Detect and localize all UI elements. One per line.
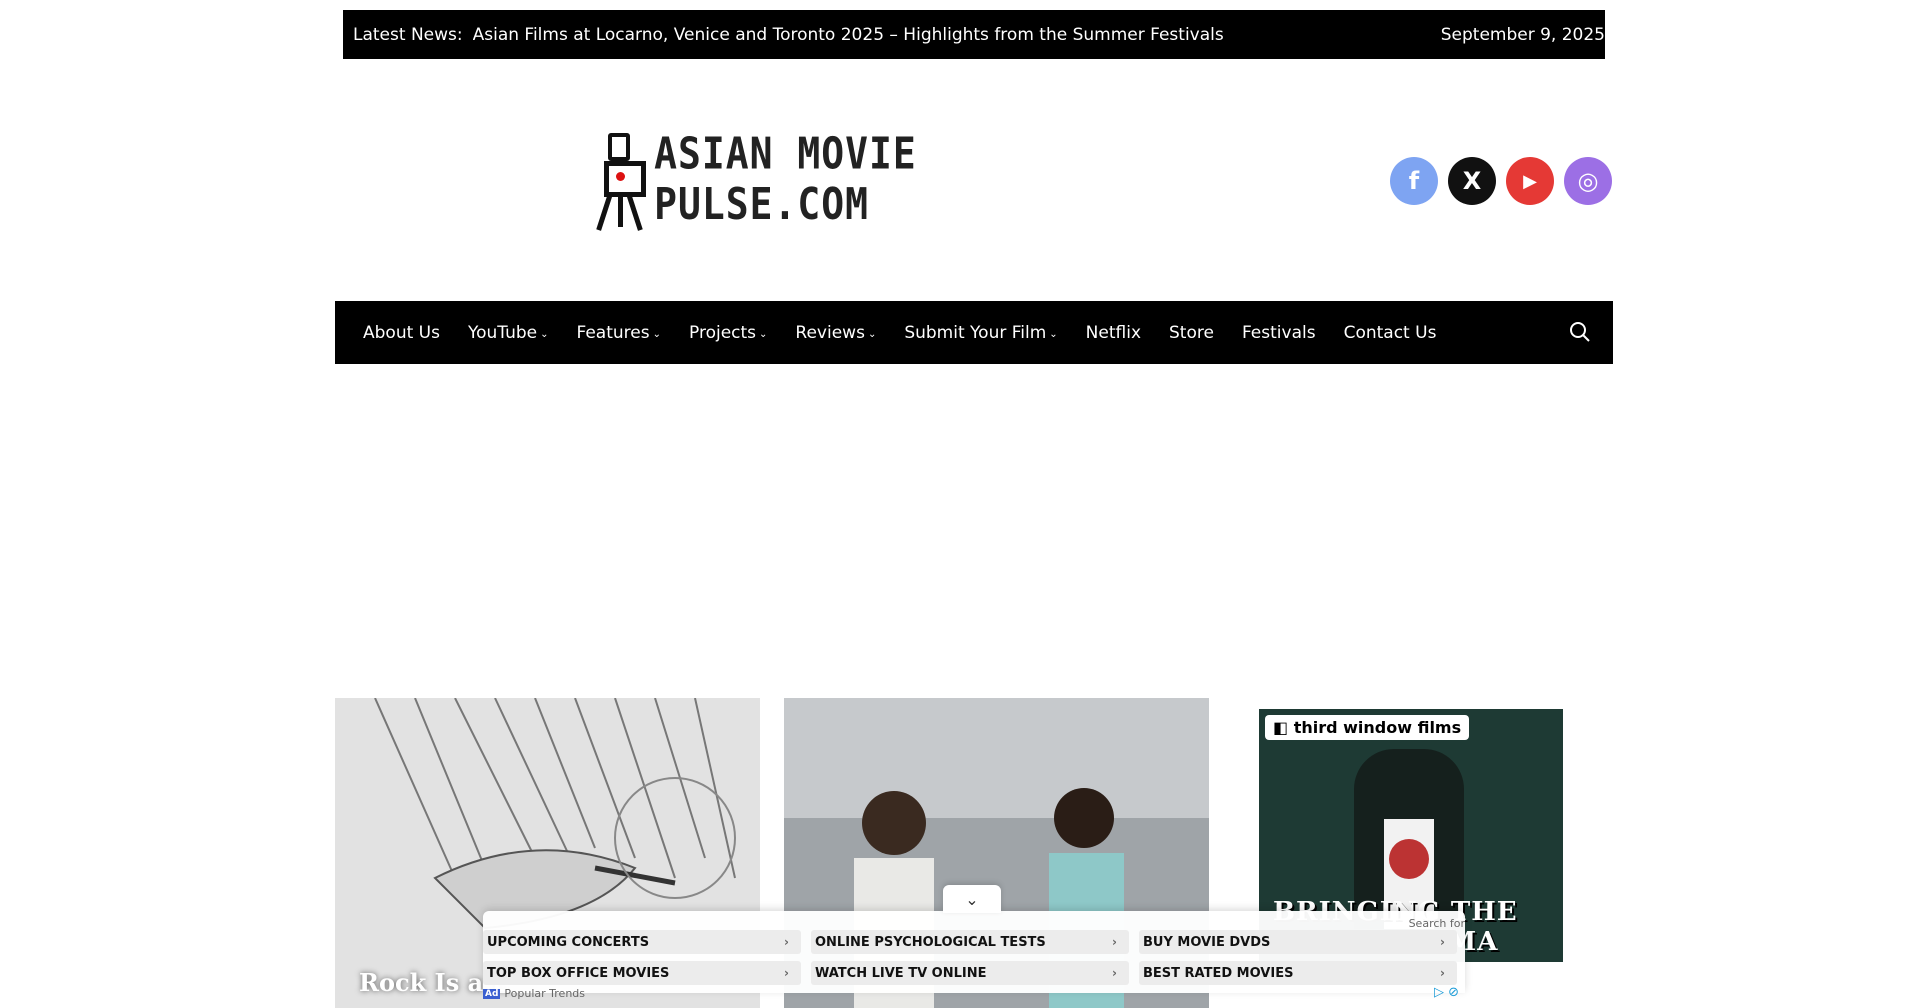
x-twitter-icon[interactable]: X <box>1448 157 1496 205</box>
search-icon[interactable] <box>1569 321 1591 343</box>
nav-contact-us[interactable]: Contact Us <box>1344 323 1437 343</box>
site-name: ASIAN MOVIE PULSE.COM <box>654 128 917 230</box>
ad-link[interactable]: ONLINE PSYCHOLOGICAL TESTS › <box>811 930 1129 954</box>
nav-features[interactable]: Features ⌄ <box>577 323 662 343</box>
nav-store[interactable]: Store <box>1169 323 1214 343</box>
bottom-ad-bar: ⌄ Search for UPCOMING CONCERTS › ONLINE P… <box>483 885 1465 1000</box>
camera-logo-icon <box>596 129 646 231</box>
ad-badge: Ad <box>483 988 501 999</box>
nav-netflix[interactable]: Netflix <box>1086 323 1141 343</box>
chevron-down-icon: ⌄ <box>652 329 661 340</box>
nav-youtube[interactable]: YouTube ⌄ <box>468 323 549 343</box>
chevron-down-icon: ⌄ <box>759 329 768 340</box>
chevron-right-icon: › <box>784 966 789 980</box>
search-for-label: Search for <box>1408 917 1465 930</box>
instagram-icon[interactable]: ◎ <box>1564 157 1612 205</box>
chevron-right-icon: › <box>1440 966 1445 980</box>
nav-submit-your-film[interactable]: Submit Your Film ⌄ <box>904 323 1057 343</box>
main-navigation: About Us YouTube ⌄ Features ⌄ Projects ⌄ Re… <box>335 301 1613 364</box>
facebook-icon[interactable]: f <box>1390 157 1438 205</box>
ad-link[interactable]: WATCH LIVE TV ONLINE › <box>811 961 1129 985</box>
popular-trends-label: Popular Trends <box>504 987 585 1000</box>
nav-festivals[interactable]: Festivals <box>1242 323 1316 343</box>
ticker-label: Latest News: <box>353 24 463 45</box>
ad-link[interactable]: BEST RATED MOVIES › <box>1139 961 1457 985</box>
news-ticker: Latest News: Asian Films at Locarno, Ven… <box>343 10 1605 59</box>
chevron-right-icon: › <box>1440 935 1445 949</box>
chevron-down-icon: ⌄ <box>965 889 979 909</box>
chevron-right-icon: › <box>1112 966 1117 980</box>
ad-link[interactable]: BUY MOVIE DVDS › <box>1139 930 1457 954</box>
nav-about-us[interactable]: About Us <box>363 323 440 343</box>
youtube-icon[interactable]: ▶ <box>1506 157 1554 205</box>
ad-link[interactable]: UPCOMING CONCERTS › <box>483 930 801 954</box>
chevron-right-icon: › <box>784 935 789 949</box>
chevron-down-icon: ⌄ <box>540 329 549 340</box>
ad-footer: Ad Popular Trends <box>483 987 585 1000</box>
nav-projects[interactable]: Projects ⌄ <box>689 323 767 343</box>
site-logo[interactable]: ASIAN MOVIE PULSE.COM <box>596 128 1096 231</box>
nav-reviews[interactable]: Reviews ⌄ <box>795 323 876 343</box>
ad-link[interactable]: TOP BOX OFFICE MOVIES › <box>483 961 801 985</box>
chevron-down-icon: ⌄ <box>1049 329 1058 340</box>
chevron-down-icon: ⌄ <box>867 329 877 340</box>
chevron-right-icon: › <box>1112 935 1117 949</box>
ticker-headline-link[interactable]: Asian Films at Locarno, Venice and Toron… <box>473 25 1441 45</box>
collapse-ad-button[interactable]: ⌄ <box>943 885 1001 913</box>
ad-brand-badge: ◧ third window films <box>1265 715 1470 740</box>
ticker-date: September 9, 2025 <box>1440 24 1605 45</box>
